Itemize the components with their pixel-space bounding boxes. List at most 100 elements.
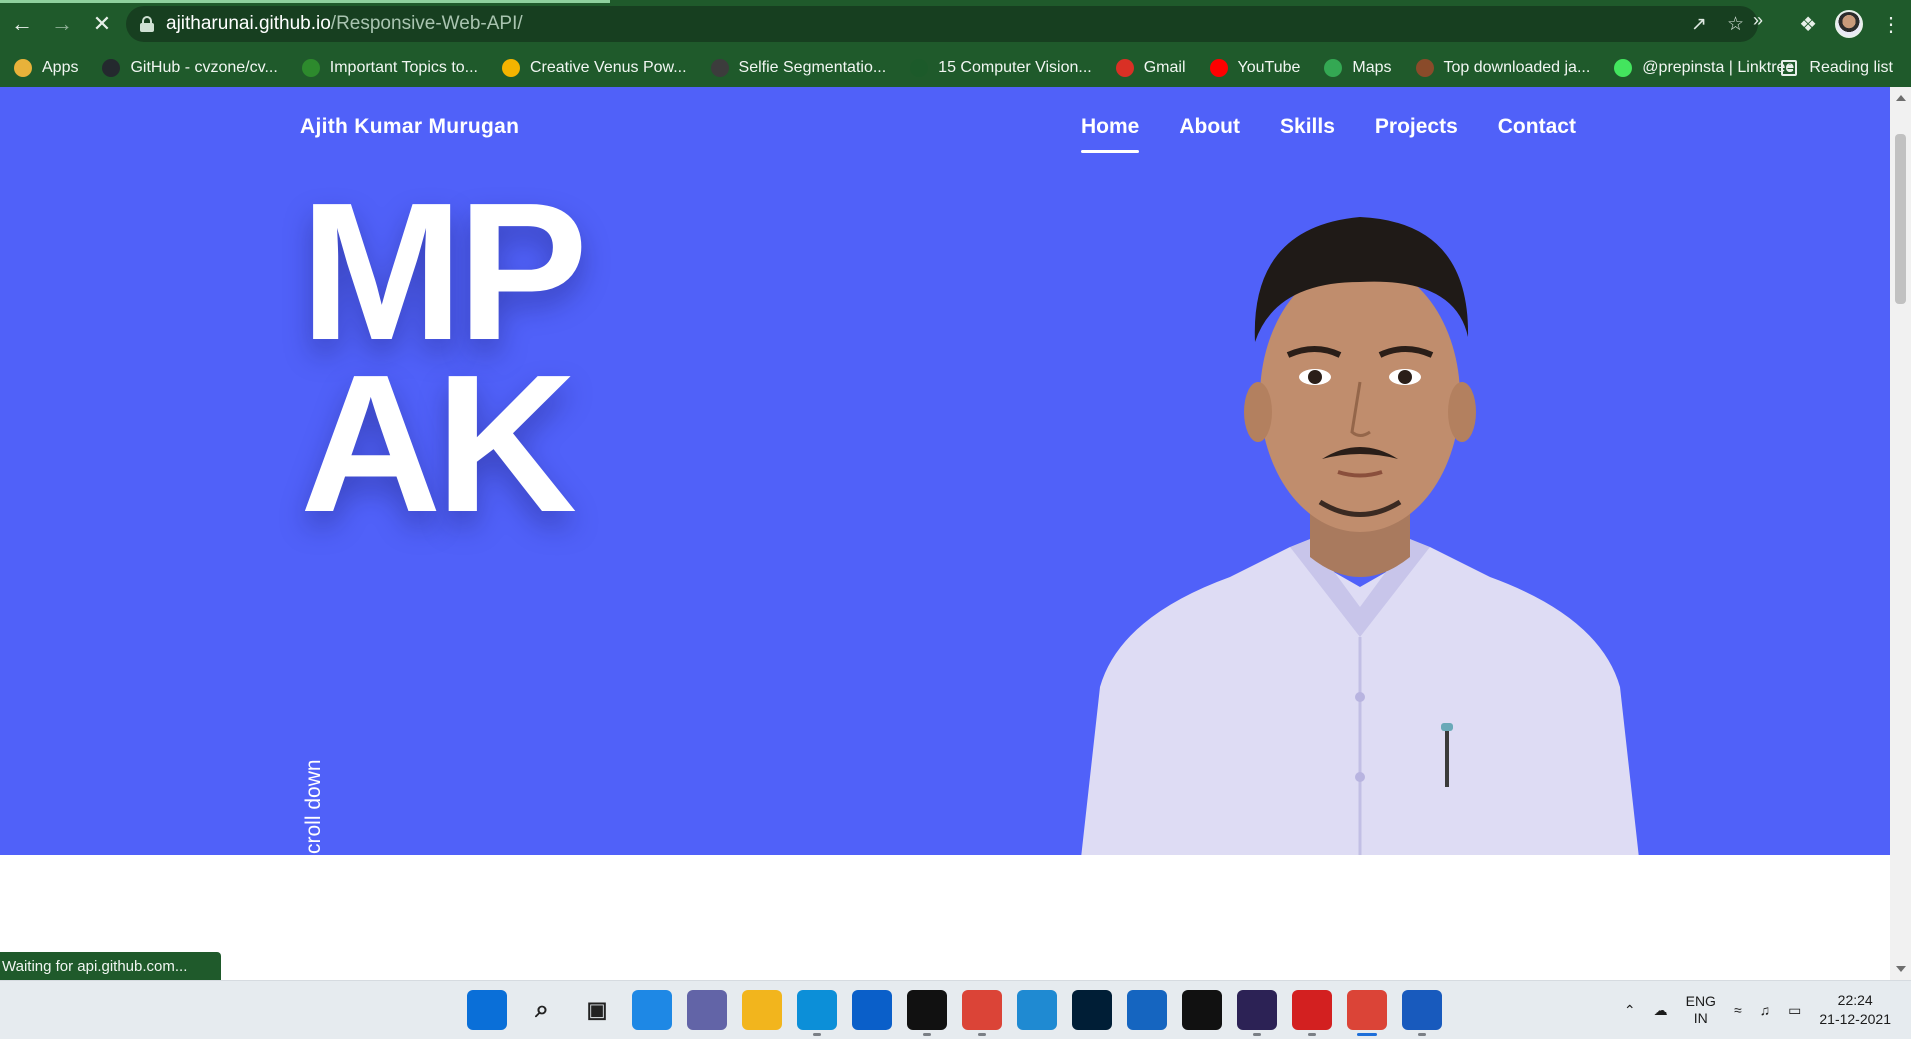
github-icon <box>102 58 121 77</box>
bookmark-item[interactable]: Apps <box>14 58 78 77</box>
bookmark-item[interactable]: Gmail <box>1115 58 1186 77</box>
bookmark-item[interactable]: Maps <box>1324 58 1392 77</box>
site-name[interactable]: Ajith Kumar Murugan <box>300 115 519 139</box>
scrollbar-thumb[interactable] <box>1895 134 1906 304</box>
chrome-profile-icon[interactable] <box>1347 990 1387 1036</box>
hero-initials-line-2: AK <box>300 334 577 553</box>
windows-start-icon[interactable] <box>467 990 507 1030</box>
chrome-icon[interactable] <box>962 990 1002 1036</box>
task-view-icon[interactable]: ▣ <box>577 990 617 1030</box>
page-viewport: Ajith Kumar Murugan Home About Skills Pr… <box>0 87 1890 980</box>
nav-about[interactable]: About <box>1179 115 1240 139</box>
edge-icon[interactable] <box>797 990 837 1036</box>
scroll-up-arrow-icon[interactable] <box>1896 95 1906 101</box>
bookmark-label: Maps <box>1352 58 1392 76</box>
word-icon[interactable] <box>1402 990 1442 1036</box>
clock[interactable]: 22:24 21-12-2021 <box>1819 991 1891 1029</box>
bookmarks-bar: Apps GitHub - cvzone/cv... Important Topic… <box>0 48 1911 87</box>
running-indicator <box>813 1033 821 1036</box>
bookmark-item[interactable]: GitHub - cvzone/cv... <box>102 58 278 77</box>
volume-icon[interactable]: ♫ <box>1760 1002 1771 1018</box>
clock-time: 22:24 <box>1837 992 1873 1008</box>
extensions-puzzle-icon[interactable]: ❖ <box>1799 12 1817 37</box>
nav-contact[interactable]: Contact <box>1498 115 1576 139</box>
bookmark-item[interactable]: @prepinsta | Linktree <box>1614 58 1795 77</box>
onedrive-cloud-icon[interactable]: ☁ <box>1654 1002 1668 1019</box>
bookmark-label: @prepinsta | Linktree <box>1642 58 1795 76</box>
photoshop-icon[interactable] <box>1072 990 1112 1030</box>
bookmark-item[interactable]: 15 Computer Vision... <box>910 58 1092 77</box>
browser-menu-icon[interactable]: ⋮ <box>1881 12 1901 37</box>
nav-skills[interactable]: Skills <box>1280 115 1335 139</box>
scroll-down-label: Scroll down <box>302 759 325 855</box>
bookmark-item[interactable]: Selfie Segmentatio... <box>710 58 887 77</box>
running-indicator <box>923 1033 931 1036</box>
bookmark-label: GitHub - cvzone/cv... <box>130 58 278 76</box>
bookmark-label: Creative Venus Pow... <box>530 58 687 76</box>
reading-list-button[interactable]: Reading list <box>1781 48 1893 87</box>
gmail-icon <box>1115 58 1134 77</box>
widgets-icon[interactable] <box>632 990 672 1030</box>
store-icon[interactable] <box>1127 990 1167 1030</box>
taskbar-apps: ⌕ ▣ <box>467 990 1442 1036</box>
bookmark-label: 15 Computer Vision... <box>938 58 1092 76</box>
battery-icon[interactable]: ▭ <box>1788 1002 1801 1019</box>
address-bar[interactable]: ajitharunai.github.io/Responsive-Web-API… <box>126 6 1758 42</box>
search-icon[interactable]: ⌕ <box>522 990 562 1030</box>
running-indicator <box>1418 1033 1426 1036</box>
clock-date: 21-12-2021 <box>1819 1011 1891 1027</box>
stop-loading-icon[interactable]: ✕ <box>84 6 120 42</box>
running-indicator <box>1357 1033 1377 1036</box>
language-code: ENG <box>1685 993 1716 1009</box>
nav-projects[interactable]: Projects <box>1375 115 1458 139</box>
profile-avatar[interactable] <box>1835 10 1863 38</box>
url-host: ajitharunai.github.io <box>166 13 331 34</box>
scroll-down-link[interactable]: ← Scroll down <box>301 667 327 855</box>
maps-icon <box>1324 58 1343 77</box>
chat-icon[interactable] <box>687 990 727 1030</box>
bookmarks-overflow-chevron-icon[interactable]: » <box>1753 10 1763 31</box>
reading-list-label: Reading list <box>1809 58 1893 76</box>
tray-overflow-chevron-icon[interactable]: ⌃ <box>1624 1002 1636 1019</box>
scroll-down-arrow-icon[interactable] <box>1896 966 1906 972</box>
bookmark-label: YouTube <box>1237 58 1301 76</box>
bookmark-item[interactable]: YouTube <box>1209 58 1301 77</box>
forward-arrow-icon[interactable]: → <box>44 6 80 42</box>
app-icon[interactable] <box>852 990 892 1030</box>
hero-section: Ajith Kumar Murugan Home About Skills Pr… <box>0 87 1890 855</box>
running-indicator <box>1308 1033 1316 1036</box>
intellij-icon[interactable] <box>1182 990 1222 1030</box>
bookmark-label: Selfie Segmentatio... <box>738 58 887 76</box>
running-indicator <box>978 1033 986 1036</box>
back-arrow-icon[interactable]: ← <box>4 6 40 42</box>
reading-list-icon <box>1781 59 1798 76</box>
nav-home[interactable]: Home <box>1081 115 1140 153</box>
youtube-icon <box>1209 58 1228 77</box>
vscode-icon[interactable] <box>1017 990 1057 1030</box>
site-icon <box>910 58 929 77</box>
browser-status-bubble: Waiting for api.github.com... <box>0 952 222 980</box>
running-indicator <box>1253 1033 1261 1036</box>
pycharm-icon[interactable] <box>907 990 947 1036</box>
hero-initials-line-1: MP <box>300 162 588 381</box>
bookmark-item[interactable]: Top downloaded ja... <box>1415 58 1591 77</box>
browser-toolbar: ← → ✕ ajitharunai.github.io/Responsive-W… <box>0 0 1911 48</box>
region-code: IN <box>1693 1010 1708 1026</box>
url-path: /Responsive-Web-API/ <box>330 13 523 34</box>
eclipse-icon[interactable] <box>1237 990 1277 1036</box>
share-icon[interactable]: ↗ <box>1691 13 1707 36</box>
apps-grid-icon <box>14 58 32 77</box>
globe-icon <box>710 58 729 77</box>
lock-icon[interactable] <box>140 16 154 32</box>
bookmark-label: Top downloaded ja... <box>1443 58 1591 76</box>
wifi-icon[interactable]: ≈ <box>1734 1002 1742 1018</box>
input-language[interactable]: ENG IN <box>1686 993 1716 1027</box>
bookmark-item[interactable]: Important Topics to... <box>301 58 478 77</box>
google-drive-icon <box>502 58 520 77</box>
bookmark-item[interactable]: Creative Venus Pow... <box>502 58 687 77</box>
page-scrollbar[interactable] <box>1890 87 1911 980</box>
acrobat-icon[interactable] <box>1292 990 1332 1036</box>
folder-icon[interactable] <box>742 990 782 1030</box>
site-icon <box>1415 58 1434 77</box>
bookmark-star-icon[interactable]: ☆ <box>1727 13 1744 36</box>
